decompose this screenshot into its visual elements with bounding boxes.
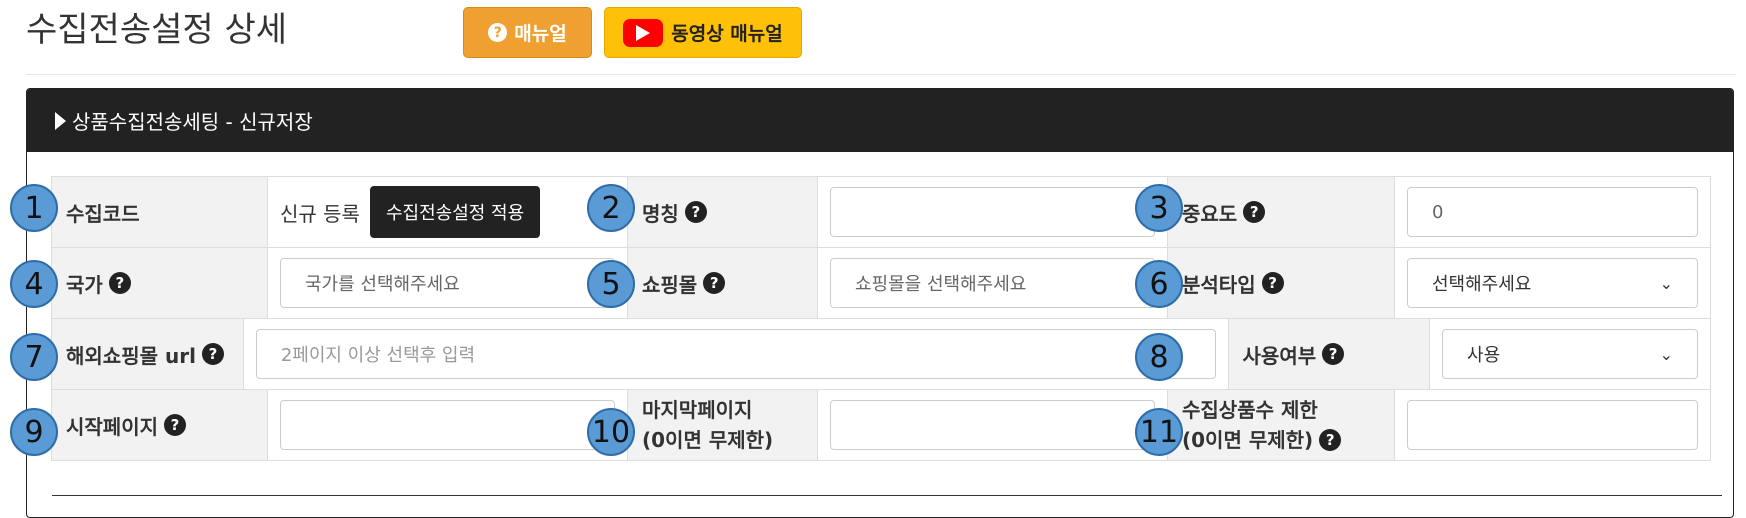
annotation-badge: 7	[10, 333, 58, 381]
annotation-badge: 9	[10, 408, 58, 456]
annotation-badge: 3	[1135, 184, 1183, 232]
settings-panel: 상품수집전송세팅 - 신규저장 수집코드 신규 등록 수집전송설정 적용 명칭 …	[26, 88, 1734, 518]
question-circle-icon[interactable]: ?	[1243, 201, 1266, 223]
collect-limit-label: 수집상품수 제한 (0이면 무제한) ?	[1168, 390, 1395, 461]
panel-header-title: 상품수집전송세팅 - 신규저장	[72, 110, 313, 134]
overseas-url-cell: 2페이지 이상 선택후 입력	[243, 319, 1229, 390]
analysis-type-cell: 선택해주세요 ⌄	[1395, 248, 1711, 319]
video-manual-button[interactable]: 동영상 매뉴얼	[604, 7, 802, 58]
annotation-badge: 5	[587, 260, 635, 308]
caret-right-icon	[55, 111, 66, 130]
overseas-url-input[interactable]: 2페이지 이상 선택후 입력	[255, 329, 1216, 379]
form-row: 국가 ? 국가를 선택해주세요 쇼핑몰 ? 쇼핑몰을 선택해주세요 분석타입 ?…	[52, 248, 1711, 319]
settings-form: 수집코드 신규 등록 수집전송설정 적용 명칭 ? 중요도 ? 0 국가 ? 국…	[51, 176, 1711, 461]
last-page-cell	[818, 390, 1168, 461]
form-row: 시작페이지 ? 마지막페이지 (0이면 무제한) 수집상품수 제한 (0이면 무…	[52, 390, 1711, 461]
importance-cell: 0	[1395, 177, 1711, 248]
name-label-text: 명칭	[642, 201, 679, 226]
name-cell	[818, 177, 1168, 248]
annotation-badge: 6	[1135, 260, 1183, 308]
last-page-label: 마지막페이지 (0이면 무제한)	[628, 390, 818, 461]
overseas-url-label-text: 해외쇼핑몰 url	[66, 343, 196, 368]
start-page-input[interactable]	[280, 400, 615, 450]
collect-code-cell: 신규 등록 수집전송설정 적용	[268, 177, 628, 248]
country-select[interactable]: 국가를 선택해주세요	[280, 258, 615, 308]
analysis-type-label: 분석타입 ?	[1168, 248, 1395, 319]
use-status-cell: 사용 ⌄	[1430, 319, 1711, 390]
video-manual-button-label: 동영상 매뉴얼	[671, 23, 783, 45]
annotation-badge: 4	[10, 260, 58, 308]
annotation-badge: 11	[1135, 408, 1183, 456]
annotation-badge: 2	[587, 184, 635, 232]
overseas-url-label: 해외쇼핑몰 url ?	[52, 319, 244, 390]
question-circle-icon[interactable]: ?	[703, 272, 726, 294]
collect-code-label: 수집코드	[52, 177, 268, 248]
form-row: 해외쇼핑몰 url ? 2페이지 이상 선택후 입력 사용여부 ? 사용 ⌄	[52, 319, 1711, 390]
question-circle-icon[interactable]: ?	[201, 343, 224, 365]
last-page-label-note: (0이면 무제한)	[642, 428, 774, 452]
form-row: 수집코드 신규 등록 수집전송설정 적용 명칭 ? 중요도 ? 0	[52, 177, 1711, 248]
chevron-down-icon: ⌄	[1659, 344, 1673, 364]
collect-limit-label-text: 수집상품수 제한	[1182, 398, 1318, 422]
mall-cell: 쇼핑몰을 선택해주세요	[818, 248, 1168, 319]
use-status-label-text: 사용여부	[1242, 343, 1317, 368]
use-status-value: 사용	[1467, 345, 1501, 366]
start-page-cell	[268, 390, 628, 461]
analysis-type-label-text: 분석타입	[1182, 272, 1256, 297]
question-circle-icon: ?	[488, 23, 508, 42]
annotation-badge: 1	[10, 184, 58, 232]
importance-input[interactable]: 0	[1407, 187, 1698, 237]
use-status-label: 사용여부 ?	[1228, 319, 1431, 390]
name-input[interactable]	[830, 187, 1155, 237]
collect-limit-cell	[1395, 390, 1711, 461]
analysis-type-value: 선택해주세요	[1432, 274, 1532, 295]
start-page-label-text: 시작페이지	[66, 414, 158, 439]
youtube-play-icon	[623, 18, 664, 47]
question-circle-icon[interactable]: ?	[1319, 429, 1342, 451]
mall-label-text: 쇼핑몰	[642, 272, 698, 297]
question-circle-icon[interactable]: ?	[108, 272, 131, 294]
divider	[52, 495, 1722, 496]
start-page-label: 시작페이지 ?	[52, 390, 268, 461]
question-circle-icon[interactable]: ?	[684, 201, 707, 223]
analysis-type-select[interactable]: 선택해주세요 ⌄	[1407, 258, 1698, 308]
use-status-select[interactable]: 사용 ⌄	[1442, 329, 1698, 379]
last-page-input[interactable]	[830, 400, 1155, 450]
annotation-badge: 10	[587, 408, 635, 456]
collect-code-value: 신규 등록	[280, 201, 360, 226]
question-circle-icon[interactable]: ?	[164, 414, 186, 436]
importance-label: 중요도 ?	[1168, 177, 1395, 248]
collect-limit-label-note: (0이면 무제한)	[1182, 428, 1314, 452]
divider	[26, 74, 1736, 75]
annotation-badge: 8	[1135, 333, 1183, 381]
collect-limit-input[interactable]	[1407, 400, 1698, 450]
page-title: 수집전송설정 상세	[26, 10, 288, 50]
panel-header: 상품수집전송세팅 - 신규저장	[27, 89, 1733, 152]
manual-button-label: 매뉴얼	[514, 23, 567, 45]
manual-button[interactable]: ? 매뉴얼	[463, 7, 592, 58]
mall-label: 쇼핑몰 ?	[628, 248, 818, 319]
mall-select[interactable]: 쇼핑몰을 선택해주세요	[830, 258, 1155, 308]
country-cell: 국가를 선택해주세요	[268, 248, 628, 319]
country-label-text: 국가	[66, 272, 103, 297]
apply-settings-button[interactable]: 수집전송설정 적용	[369, 186, 541, 238]
country-label: 국가 ?	[52, 248, 268, 319]
last-page-label-text: 마지막페이지	[642, 398, 753, 422]
question-circle-icon[interactable]: ?	[1261, 272, 1284, 294]
name-label: 명칭 ?	[628, 177, 818, 248]
chevron-down-icon: ⌄	[1659, 273, 1673, 293]
collect-code-label-text: 수집코드	[66, 201, 140, 226]
question-circle-icon[interactable]: ?	[1322, 343, 1345, 365]
importance-label-text: 중요도	[1182, 201, 1238, 226]
